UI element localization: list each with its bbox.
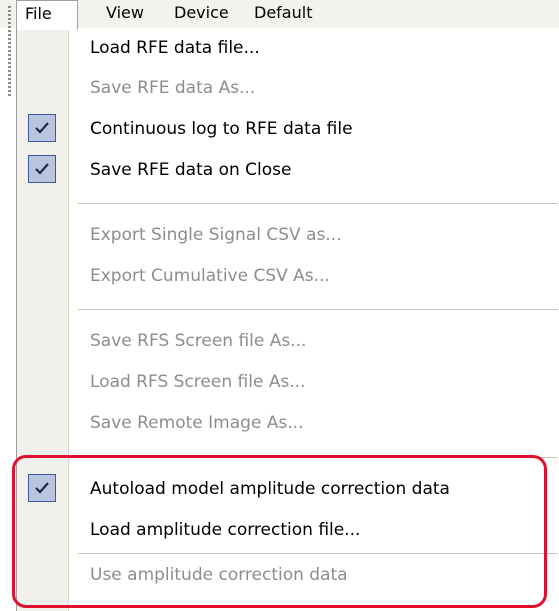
menu-separator <box>78 457 558 458</box>
menu-file[interactable]: File <box>16 0 78 30</box>
checkmark-icon <box>28 474 56 502</box>
menu-item-label: Save Remote Image As... <box>90 413 304 433</box>
menu-separator <box>78 553 558 554</box>
menu-separator <box>78 203 558 204</box>
menu-item-autoload-amplitude-correction[interactable]: Autoload model amplitude correction data <box>17 469 559 509</box>
menu-item-save-remote-image: Save Remote Image As... <box>17 403 559 443</box>
application-window: File View Device Default Load RFE data f… <box>0 0 559 611</box>
menu-item-export-single-signal-csv: Export Single Signal CSV as... <box>17 215 559 255</box>
menu-item-label: Autoload model amplitude correction data <box>90 479 450 499</box>
menu-item-load-rfs-screen-file: Load RFS Screen file As... <box>17 362 559 402</box>
menu-item-label: Load amplitude correction file... <box>90 520 361 540</box>
menu-item-save-rfe-data-on-close[interactable]: Save RFE data on Close <box>17 150 559 190</box>
menu-item-export-cumulative-csv: Export Cumulative CSV As... <box>17 256 559 296</box>
menu-item-label: Save RFE data on Close <box>90 160 292 180</box>
toolbar-grip-icon[interactable] <box>8 6 11 96</box>
menu-bar: File View Device Default <box>0 0 559 96</box>
menu-item-save-rfs-screen-file: Save RFS Screen file As... <box>17 321 559 361</box>
menu-view[interactable]: View <box>98 0 152 28</box>
menu-item-save-rfe-data-as: Save RFE data As... <box>17 68 559 108</box>
menu-item-label: Save RFE data As... <box>90 78 256 98</box>
menu-item-label: Save RFS Screen file As... <box>90 331 307 351</box>
menu-item-continuous-log[interactable]: Continuous log to RFE data file <box>17 109 559 149</box>
file-menu-dropdown: Load RFE data file... Save RFE data As..… <box>16 28 559 611</box>
menu-item-label: Export Cumulative CSV As... <box>90 266 330 286</box>
checkmark-icon <box>28 114 56 142</box>
checkmark-icon <box>28 155 56 183</box>
menu-item-load-rfe-data-file[interactable]: Load RFE data file... <box>17 28 559 68</box>
menu-item-use-amplitude-correction-data: Use amplitude correction data <box>17 555 559 595</box>
menu-item-load-amplitude-correction-file[interactable]: Load amplitude correction file... <box>17 510 559 550</box>
menu-device[interactable]: Device <box>166 0 237 28</box>
menu-item-label: Load RFE data file... <box>90 38 260 58</box>
menu-item-label: Use amplitude correction data <box>90 565 348 585</box>
menu-separator <box>78 309 558 310</box>
menu-item-label: Load RFS Screen file As... <box>90 372 306 392</box>
menu-item-label: Export Single Signal CSV as... <box>90 225 342 245</box>
menu-default[interactable]: Default <box>246 0 320 28</box>
menu-item-label: Continuous log to RFE data file <box>90 119 353 139</box>
